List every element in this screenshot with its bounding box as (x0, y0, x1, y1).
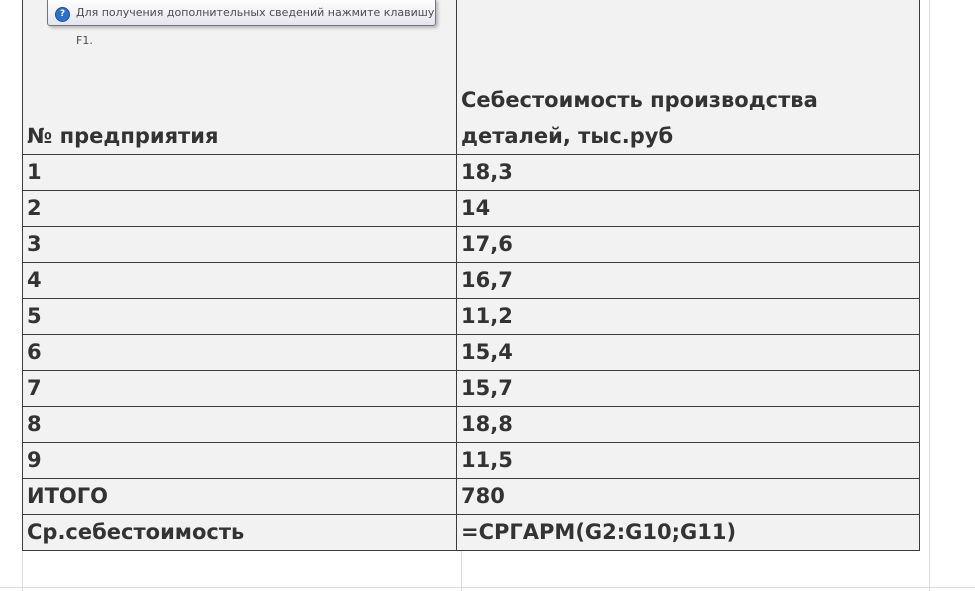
header-label: Себестоимость производства деталей, тыс.… (461, 88, 818, 148)
table-row: 4 16,7 (22, 262, 920, 299)
cell[interactable]: 2 (22, 190, 457, 227)
table-row: 6 15,4 (22, 334, 920, 371)
cell[interactable]: 8 (22, 406, 457, 443)
cell[interactable]: 11,5 (456, 442, 920, 479)
spreadsheet-table: № предприятия Себестоимость производства… (22, 0, 920, 551)
cell[interactable]: 4 (22, 262, 457, 299)
total-label-cell[interactable]: ИТОГО (22, 478, 457, 515)
cell[interactable]: 11,2 (456, 298, 920, 335)
gridline (0, 587, 975, 588)
table-row: 3 17,6 (22, 226, 920, 263)
help-icon: ? (55, 7, 70, 22)
header-cell-cost[interactable]: Себестоимость производства деталей, тыс.… (456, 0, 920, 155)
cell[interactable]: 6 (22, 334, 457, 371)
table-row: 5 11,2 (22, 298, 920, 335)
table-row: 2 14 (22, 190, 920, 227)
table-row: 9 11,5 (22, 442, 920, 479)
screen-tip: ? Для получения дополнительных сведений … (47, 0, 436, 47)
formula-cell[interactable]: =СРГАРМ(G2:G10;G11) (456, 514, 920, 551)
total-value-cell[interactable]: 780 (456, 478, 920, 515)
gridline (929, 0, 930, 591)
average-row: Ср.себестоимость =СРГАРМ(G2:G10;G11) (22, 514, 920, 551)
cell[interactable]: 18,8 (456, 406, 920, 443)
table-row: 8 18,8 (22, 406, 920, 443)
cell[interactable]: 9 (22, 442, 457, 479)
cell[interactable]: 15,7 (456, 370, 920, 407)
total-row: ИТОГО 780 (22, 478, 920, 515)
table-row: 1 18,3 (22, 154, 920, 191)
cell[interactable]: 18,3 (456, 154, 920, 191)
cell[interactable]: 14 (456, 190, 920, 227)
cell[interactable]: 5 (22, 298, 457, 335)
cell[interactable]: 16,7 (456, 262, 920, 299)
header-label: № предприятия (27, 124, 219, 148)
cell[interactable]: 15,4 (456, 334, 920, 371)
cell[interactable]: 1 (22, 154, 457, 191)
cell[interactable]: 7 (22, 370, 457, 407)
cell[interactable]: 17,6 (456, 226, 920, 263)
cell[interactable]: 3 (22, 226, 457, 263)
table-row: 7 15,7 (22, 370, 920, 407)
average-label-cell[interactable]: Ср.себестоимость (22, 514, 457, 551)
